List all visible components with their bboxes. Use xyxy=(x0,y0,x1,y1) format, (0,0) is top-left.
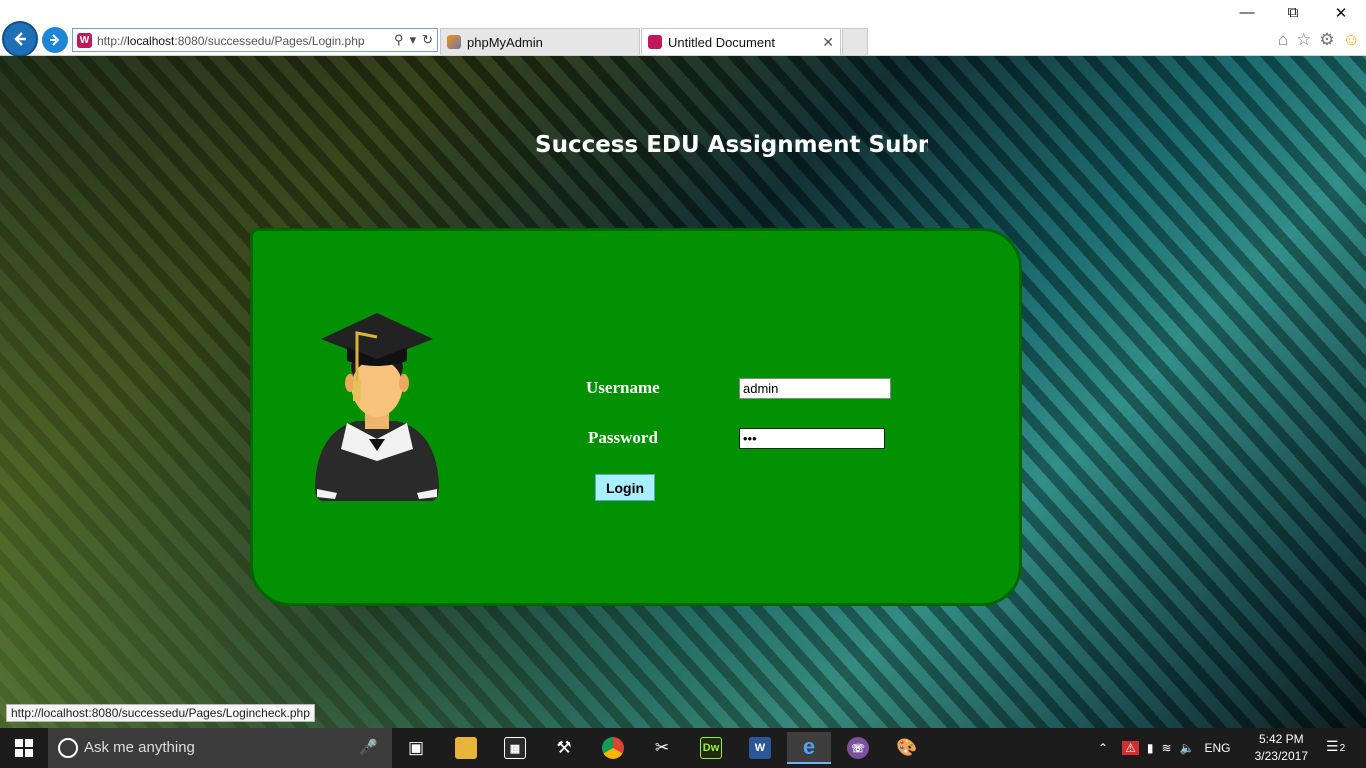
arrow-right-icon xyxy=(50,34,60,46)
clock-time: 5:42 PM xyxy=(1258,732,1304,746)
smiley-icon[interactable]: ☺ xyxy=(1343,30,1360,50)
dreamweaver-icon[interactable]: Dw xyxy=(689,732,733,764)
close-window-button[interactable]: ✕ xyxy=(1318,4,1364,22)
chevron-up-icon[interactable]: ⌃ xyxy=(1098,741,1108,755)
notification-count: 2 xyxy=(1339,743,1346,754)
home-icon[interactable]: ⌂ xyxy=(1278,30,1288,50)
tab-phpmyadmin[interactable]: phpMyAdmin xyxy=(440,28,640,55)
action-center-icon[interactable]: ☰2 xyxy=(1326,738,1348,758)
internet-explorer-icon[interactable]: e xyxy=(787,732,831,764)
language-indicator[interactable]: ENG xyxy=(1204,741,1230,755)
close-tab-icon[interactable]: ✕ xyxy=(822,34,834,51)
battery-icon[interactable]: ▮ xyxy=(1147,741,1154,755)
new-tab-button[interactable] xyxy=(842,28,868,55)
tab-label: phpMyAdmin xyxy=(467,34,543,50)
status-bar-link: http://localhost:8080/successedu/Pages/L… xyxy=(6,704,315,722)
password-field[interactable]: ••• xyxy=(739,428,885,449)
refresh-icon[interactable]: ↻ xyxy=(422,32,433,48)
login-button[interactable]: Login xyxy=(595,474,655,501)
chevron-down-icon[interactable]: ▾ xyxy=(410,32,417,48)
site-icon xyxy=(648,35,662,49)
cortana-icon xyxy=(58,738,78,758)
search-placeholder: Ask me anything xyxy=(84,739,195,756)
graduate-avatar-icon xyxy=(315,313,439,501)
windows-logo-icon xyxy=(15,739,33,757)
viber-icon[interactable]: ☏ xyxy=(836,732,880,764)
volume-icon[interactable]: 🔈 xyxy=(1180,741,1195,755)
forward-button[interactable] xyxy=(42,27,68,53)
tab-untitled-document[interactable]: Untitled Document ✕ xyxy=(641,28,841,55)
start-button[interactable] xyxy=(0,728,48,768)
taskbar: Ask me anything 🎤 ▣ ▦ ⚒ ✂ Dw W e ☏ 🎨 ⌃ ⚠… xyxy=(0,728,1366,768)
store-icon[interactable]: ▦ xyxy=(493,732,537,764)
antivirus-icon[interactable]: ⚠ xyxy=(1122,741,1139,755)
wifi-icon[interactable]: ≋ xyxy=(1161,741,1171,755)
arrow-left-icon xyxy=(14,32,26,46)
clock[interactable]: 5:42 PM 3/23/2017 xyxy=(1255,731,1308,765)
password-label: Password xyxy=(588,428,658,447)
tools-icon[interactable]: ⚒ xyxy=(542,732,586,764)
username-label: Username xyxy=(586,378,660,397)
chrome-icon[interactable] xyxy=(591,732,635,764)
file-explorer-icon[interactable] xyxy=(444,732,488,764)
snipping-tool-icon[interactable]: ✂ xyxy=(640,732,684,764)
word-icon[interactable]: W xyxy=(738,732,782,764)
clock-date: 3/23/2017 xyxy=(1254,749,1308,763)
login-panel: Username admin Password ••• Login xyxy=(250,228,1022,606)
search-icon[interactable]: ⚲ xyxy=(394,32,404,48)
site-icon: W xyxy=(77,33,92,48)
system-tray: ⌃ ⚠ ▮ ≋ 🔈 ENG xyxy=(1098,728,1230,768)
gear-icon[interactable]: ⚙ xyxy=(1319,30,1334,50)
paint-icon[interactable]: 🎨 xyxy=(885,732,929,764)
restore-button[interactable]: ⧉ xyxy=(1270,4,1316,21)
address-bar[interactable]: W http://localhost:8080/successedu/Pages… xyxy=(72,28,438,52)
username-field[interactable]: admin xyxy=(739,378,891,399)
phpmyadmin-icon xyxy=(447,35,461,49)
taskbar-search[interactable]: Ask me anything 🎤 xyxy=(48,728,392,768)
back-button[interactable] xyxy=(2,21,38,57)
page-title: Success EDU Assignment Submission xyxy=(535,132,928,158)
favorites-star-icon[interactable]: ☆ xyxy=(1296,30,1311,50)
microphone-icon[interactable]: 🎤 xyxy=(359,738,378,756)
tab-label: Untitled Document xyxy=(668,34,775,50)
page-content: Success EDU Assignment Submission Userna… xyxy=(0,56,1366,728)
address-url[interactable]: http://localhost:8080/successedu/Pages/L… xyxy=(97,34,365,48)
minimize-button[interactable]: — xyxy=(1224,4,1270,21)
task-view-icon[interactable]: ▣ xyxy=(394,732,438,764)
browser-chrome: W http://localhost:8080/successedu/Pages… xyxy=(0,0,1366,57)
